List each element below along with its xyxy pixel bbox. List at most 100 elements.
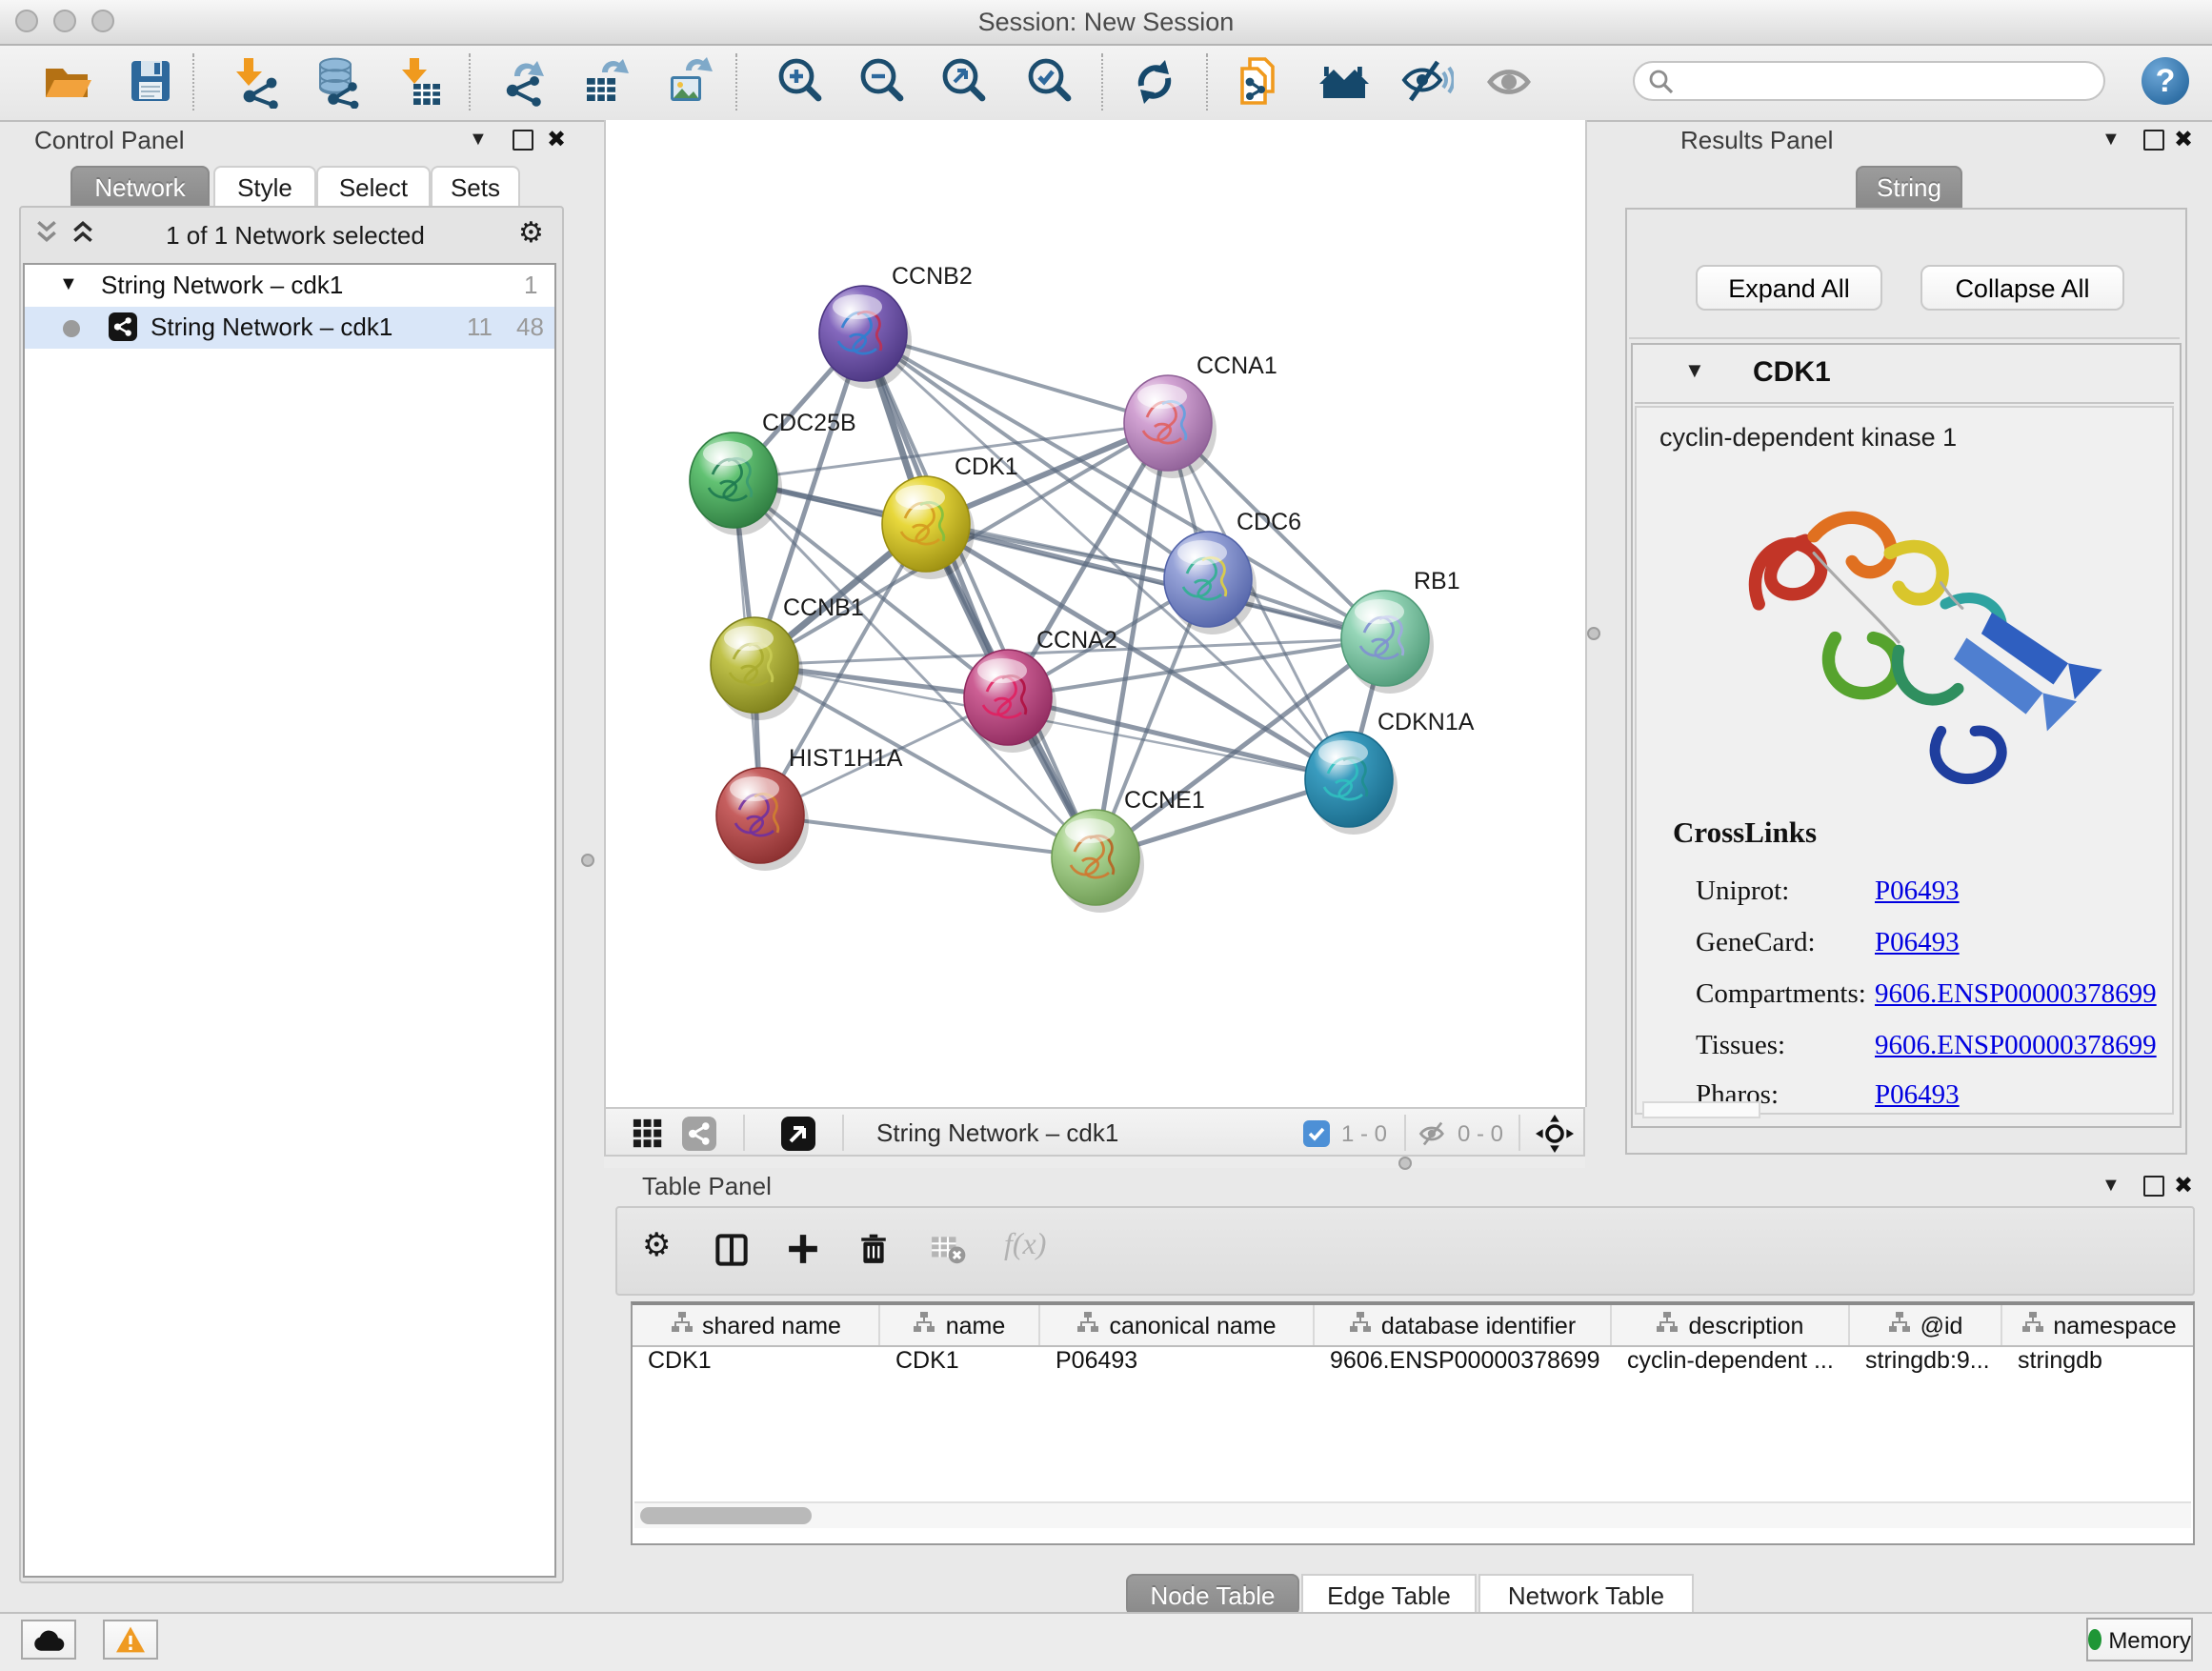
left-splitter-handle[interactable] bbox=[581, 854, 594, 867]
expand-all-button[interactable]: Expand All bbox=[1696, 265, 1882, 311]
cell-description[interactable]: cyclin-dependent ... bbox=[1612, 1347, 1850, 1385]
results-panel-float-icon[interactable] bbox=[2143, 130, 2164, 151]
collapse-all-button[interactable]: Collapse All bbox=[1920, 265, 2124, 311]
network-row-selected[interactable]: String Network – cdk1 11 48 bbox=[25, 307, 554, 349]
zoom-selected-icon[interactable] bbox=[1023, 55, 1076, 109]
hide-selected-icon[interactable] bbox=[1400, 55, 1454, 109]
crosslink-pharos-link[interactable]: P06493 bbox=[1875, 1080, 1960, 1113]
network-node-CCNA2[interactable] bbox=[964, 650, 1056, 753]
table-panel-menu-caret-icon[interactable]: ▼ bbox=[2101, 1176, 2121, 1197]
memory-button[interactable]: Memory bbox=[2086, 1618, 2193, 1661]
grid-view-icon[interactable] bbox=[633, 1118, 663, 1158]
import-network-database-icon[interactable] bbox=[311, 55, 364, 109]
tab-string-results[interactable]: String bbox=[1856, 166, 1962, 208]
control-panel-close-icon[interactable]: ✖ bbox=[547, 128, 566, 151]
cell-name[interactable]: CDK1 bbox=[880, 1347, 1040, 1385]
gene-expand-caret-icon[interactable]: ▼ bbox=[1684, 360, 1705, 383]
tab-edge-table[interactable]: Edge Table bbox=[1301, 1574, 1477, 1616]
birds-eye-view-icon[interactable] bbox=[781, 1117, 815, 1160]
network-collection-row[interactable]: ▼ String Network – cdk1 1 bbox=[25, 265, 554, 307]
tab-select[interactable]: Select bbox=[316, 166, 431, 208]
network-node-CCNE1[interactable] bbox=[1052, 810, 1144, 913]
tab-style[interactable]: Style bbox=[213, 166, 316, 208]
tab-node-table[interactable]: Node Table bbox=[1126, 1574, 1299, 1616]
results-panel-close-icon[interactable]: ✖ bbox=[2174, 128, 2193, 151]
fit-selected-crosshair-icon[interactable] bbox=[1536, 1115, 1574, 1162]
cloud-status-button[interactable] bbox=[21, 1620, 76, 1660]
tab-network-table[interactable]: Network Table bbox=[1478, 1574, 1694, 1616]
table-row[interactable]: CDK1 CDK1 P06493 9606.ENSP00000378699 cy… bbox=[633, 1347, 2193, 1385]
warnings-button[interactable] bbox=[103, 1620, 158, 1660]
column-header[interactable]: shared name bbox=[633, 1305, 880, 1345]
crosslink-genecard-link[interactable]: P06493 bbox=[1875, 928, 1960, 960]
results-scrollbar[interactable] bbox=[1642, 1101, 1760, 1118]
export-network-icon[interactable] bbox=[497, 55, 551, 109]
cell-database-identifier[interactable]: 9606.ENSP00000378699 bbox=[1315, 1347, 1612, 1385]
cell-shared-name[interactable]: CDK1 bbox=[633, 1347, 880, 1385]
network-edge-CCNA2-CDKN1A[interactable] bbox=[1008, 697, 1349, 779]
import-network-file-icon[interactable] bbox=[231, 55, 284, 109]
network-node-RB1[interactable] bbox=[1341, 591, 1434, 694]
show-all-eye-icon[interactable] bbox=[1484, 55, 1538, 109]
toolbar-search-field[interactable] bbox=[1633, 61, 2105, 101]
delete-column-trash-icon[interactable] bbox=[857, 1233, 895, 1271]
show-columns-icon[interactable] bbox=[714, 1233, 753, 1271]
horizontal-splitter-handle[interactable] bbox=[1398, 1157, 1412, 1170]
export-image-icon[interactable] bbox=[663, 55, 716, 109]
tab-network[interactable]: Network bbox=[70, 166, 210, 208]
tab-sets[interactable]: Sets bbox=[431, 166, 520, 208]
selected-checkbox-icon[interactable] bbox=[1303, 1120, 1330, 1157]
expand-all-networks-icon[interactable] bbox=[70, 219, 95, 253]
network-view-type-icon[interactable] bbox=[682, 1117, 716, 1160]
crosslink-uniprot-link[interactable]: P06493 bbox=[1875, 876, 1960, 909]
network-node-CDKN1A[interactable] bbox=[1305, 732, 1398, 835]
control-panel-float-icon[interactable] bbox=[513, 130, 533, 151]
collapse-all-networks-icon[interactable] bbox=[34, 219, 59, 253]
cell-namespace[interactable]: stringdb bbox=[2002, 1347, 2193, 1385]
network-node-CDC25B[interactable] bbox=[690, 433, 782, 535]
cell-id[interactable]: stringdb:9... bbox=[1850, 1347, 2002, 1385]
collection-expand-caret-icon[interactable]: ▼ bbox=[59, 274, 78, 295]
network-view-canvas[interactable]: CCNB2CCNA1CDC25BCDK1CDC6RB1CCNB1CCNA2CDK… bbox=[604, 120, 1587, 1107]
network-node-CCNA1[interactable] bbox=[1124, 375, 1217, 478]
zoom-in-icon[interactable] bbox=[774, 55, 827, 109]
table-panel-float-icon[interactable] bbox=[2143, 1176, 2164, 1197]
network-edge-HIST1H1A-CCNE1[interactable] bbox=[760, 815, 1096, 857]
column-header[interactable]: @id bbox=[1850, 1305, 2002, 1345]
network-node-CCNB2[interactable] bbox=[819, 286, 912, 389]
zoom-fit-icon[interactable] bbox=[937, 55, 991, 109]
control-panel-menu-caret-icon[interactable]: ▼ bbox=[469, 130, 488, 151]
column-header[interactable]: name bbox=[880, 1305, 1040, 1345]
search-input[interactable] bbox=[1680, 65, 2098, 101]
first-neighbors-icon[interactable] bbox=[1317, 55, 1370, 109]
gene-section-header[interactable] bbox=[1635, 347, 2174, 404]
results-panel-menu-caret-icon[interactable]: ▼ bbox=[2101, 130, 2121, 151]
table-panel-close-icon[interactable]: ✖ bbox=[2174, 1174, 2193, 1197]
open-session-icon[interactable] bbox=[40, 55, 93, 109]
horizontal-splitter[interactable] bbox=[604, 1157, 1585, 1168]
help-button[interactable]: ? bbox=[2142, 57, 2189, 105]
column-header[interactable]: description bbox=[1612, 1305, 1850, 1345]
crosslink-tissues-link[interactable]: 9606.ENSP00000378699 bbox=[1875, 1031, 2157, 1063]
import-table-file-icon[interactable] bbox=[394, 55, 448, 109]
table-settings-gear-icon[interactable]: ⚙ bbox=[642, 1227, 680, 1265]
crosslink-compartments-link[interactable]: 9606.ENSP00000378699 bbox=[1875, 979, 2157, 1012]
network-options-gear-icon[interactable]: ⚙ bbox=[518, 215, 544, 250]
apply-layout-icon[interactable] bbox=[1128, 55, 1181, 109]
column-header[interactable]: database identifier bbox=[1315, 1305, 1612, 1345]
table-horizontal-scrollbar[interactable] bbox=[634, 1501, 2191, 1528]
network-snapshot-icon[interactable] bbox=[1233, 55, 1286, 109]
export-table-icon[interactable] bbox=[579, 55, 633, 109]
zoom-out-icon[interactable] bbox=[855, 55, 909, 109]
network-node-CDC6[interactable] bbox=[1164, 532, 1257, 634]
cell-canonical-name[interactable]: P06493 bbox=[1040, 1347, 1315, 1385]
column-header[interactable]: canonical name bbox=[1040, 1305, 1315, 1345]
save-session-icon[interactable] bbox=[124, 55, 177, 109]
create-column-plus-icon[interactable] bbox=[787, 1233, 825, 1271]
network-node-CDK1[interactable] bbox=[882, 476, 975, 579]
scrollbar-thumb[interactable] bbox=[640, 1507, 812, 1524]
network-edge-CCNB2-CCNE1[interactable] bbox=[863, 333, 1096, 857]
right-splitter-handle[interactable] bbox=[1587, 627, 1600, 640]
network-node-HIST1H1A[interactable] bbox=[716, 768, 809, 871]
column-header[interactable]: namespace bbox=[2002, 1305, 2193, 1345]
